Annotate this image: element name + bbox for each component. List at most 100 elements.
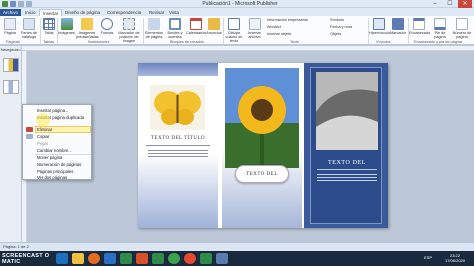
file-icon — [248, 18, 261, 30]
firefox-taskbar-icon[interactable] — [88, 253, 100, 264]
text-box-icon — [228, 18, 240, 30]
tab-diseno-de-pagina[interactable]: Diseño de página — [62, 9, 103, 16]
language-indicator[interactable]: ESP — [424, 255, 432, 260]
body-text-line — [148, 150, 208, 151]
tab-correspondencia[interactable]: Correspondencia — [104, 9, 144, 16]
group-links: Vínculos — [376, 40, 391, 44]
group-illustrations: Ilustraciones — [88, 40, 110, 44]
page-parts-button[interactable]: Elementos de página — [144, 18, 164, 39]
calendars-button[interactable]: Calendarios — [186, 18, 207, 35]
ads-button[interactable]: Anuncios — [206, 18, 222, 35]
panel-right-title[interactable]: TEXTO DEL — [317, 160, 377, 166]
panel-left-header-band — [138, 63, 218, 76]
pictures-button[interactable]: Imágenes — [58, 18, 75, 35]
close-button[interactable]: ✕ — [458, 0, 472, 8]
bookmark-button[interactable]: Marcador — [389, 18, 407, 35]
excel-taskbar-icon[interactable] — [120, 253, 132, 264]
draw-text-box-button[interactable]: Dibujar cuadro de texto — [224, 18, 244, 43]
title-underline — [146, 145, 210, 146]
symbol-button[interactable]: Símbolo — [330, 18, 344, 22]
page-parts-icon — [148, 18, 160, 30]
object-button[interactable]: Objeto — [330, 32, 341, 36]
panel-right[interactable]: TEXTO DEL — [304, 63, 388, 228]
page-number-button[interactable]: Número de página — [451, 18, 473, 39]
tab-inicio[interactable]: Inicio — [22, 9, 39, 16]
page-navigation-pane — [0, 46, 22, 242]
footer-button[interactable]: Pie de página — [430, 18, 450, 39]
menu-item-master-pages[interactable]: Páginas principales — [37, 169, 73, 174]
word-taskbar-icon[interactable] — [104, 253, 116, 264]
body-text-line — [148, 156, 208, 157]
copy-icon — [26, 134, 33, 139]
ie-taskbar-icon[interactable] — [56, 253, 68, 264]
maximize-button[interactable]: ☐ — [443, 0, 457, 8]
picture-placeholder-label: Marcador de posición de imagen — [118, 31, 140, 43]
menu-item-delete[interactable]: Eliminar — [37, 127, 52, 132]
page-context-menu: Insertar página... Insertar página dupli… — [22, 104, 92, 180]
butterfly-image[interactable] — [150, 85, 205, 130]
save-icon[interactable] — [10, 1, 16, 7]
powerpoint-taskbar-icon[interactable] — [136, 253, 148, 264]
page-number-label: Número de página — [452, 31, 472, 39]
borders-button[interactable]: Bordes y acentos — [165, 18, 185, 39]
chrome-taskbar-icon[interactable] — [184, 253, 196, 264]
tab-archivo[interactable]: Archivo — [0, 9, 22, 16]
shapes-label: Formas — [100, 31, 114, 35]
business-info-button[interactable]: Información empresarial — [267, 18, 308, 22]
redo-icon[interactable] — [26, 1, 32, 7]
borders-icon — [169, 18, 181, 30]
panel-right-frame: TEXTO DEL — [310, 67, 382, 224]
date-time-button[interactable]: Fecha y hora — [330, 25, 352, 29]
page-thumbnail-2[interactable] — [3, 80, 19, 94]
borders-label: Bordes y acentos — [167, 31, 183, 39]
clip-art-button[interactable]: Imágenes prediseñadas — [76, 18, 99, 39]
catalog-parts-button[interactable]: Partes de catálogo — [19, 18, 39, 39]
body-text-line — [317, 177, 377, 178]
menu-item-copy[interactable]: Copiar — [37, 134, 49, 139]
insert-file-button[interactable]: Insertar archivo — [245, 18, 264, 39]
system-clock[interactable]: 23:22 17/06/2020 — [438, 253, 472, 263]
title-underline — [317, 169, 377, 170]
undo-icon[interactable] — [18, 1, 24, 7]
tab-insertar[interactable]: Insertar — [39, 9, 63, 16]
publisher-active-taskbar-icon[interactable] — [200, 253, 212, 264]
insert-object-button[interactable]: Insertar objeto — [267, 32, 291, 36]
whatsapp-taskbar-icon[interactable] — [168, 253, 180, 264]
page-button[interactable]: Página — [2, 18, 18, 35]
menu-item-move-page[interactable]: Mover página — [37, 155, 62, 160]
body-text-line — [317, 174, 377, 175]
panel-left[interactable]: TEXTO DEL TÍTULO — [138, 63, 218, 228]
page-button-label: Página — [4, 31, 16, 35]
tab-vista[interactable]: Vista — [166, 9, 182, 16]
menu-item-two-page-view[interactable]: Ver dos páginas — [37, 175, 67, 180]
explorer-taskbar-icon[interactable] — [72, 253, 84, 264]
hyperlink-button[interactable]: Hipervínculo — [369, 18, 391, 35]
menu-item-rename[interactable]: Cambiar nombre... — [37, 148, 72, 153]
tab-revisar[interactable]: Revisar — [146, 9, 167, 16]
ads-label: Anuncios — [206, 31, 222, 35]
shapes-button[interactable]: Formas — [99, 18, 115, 35]
panel-middle[interactable]: TEXTO DEL — [222, 63, 302, 228]
pane-title: Navegación de página — [1, 48, 21, 52]
publisher-taskbar-icon[interactable] — [152, 253, 164, 264]
menu-item-page-numbering[interactable]: Numeración de páginas — [37, 162, 81, 167]
sunflower-image[interactable] — [225, 68, 299, 168]
menu-item-paste[interactable]: Pegar — [37, 141, 48, 146]
calendars-label: Calendarios — [186, 31, 207, 35]
table-icon — [43, 18, 55, 30]
table-button[interactable]: Tabla — [41, 18, 57, 35]
window-title: Publicación1 - Microsoft Publisher — [202, 1, 278, 7]
header-button[interactable]: Encabezado — [409, 18, 430, 35]
draw-text-box-label: Dibujar cuadro de texto — [225, 31, 243, 43]
footer-icon — [434, 18, 446, 30]
brochure-page[interactable]: TEXTO DEL TÍTULO TEXTO DEL TEXTO DEL — [138, 63, 388, 228]
wordart-button[interactable]: WordArt — [267, 25, 281, 29]
panel-middle-label[interactable]: TEXTO DEL — [235, 165, 289, 183]
hyperlink-label: Hipervínculo — [369, 31, 391, 35]
minimize-button[interactable]: – — [428, 0, 442, 8]
picture-placeholder-button[interactable]: Marcador de posición de imagen — [116, 18, 142, 43]
panel-left-title[interactable]: TEXTO DEL TÍTULO — [148, 136, 208, 141]
desert-dune-image[interactable] — [316, 72, 378, 150]
app-taskbar-icon[interactable] — [216, 253, 228, 264]
page-thumbnail-1[interactable] — [3, 58, 19, 72]
